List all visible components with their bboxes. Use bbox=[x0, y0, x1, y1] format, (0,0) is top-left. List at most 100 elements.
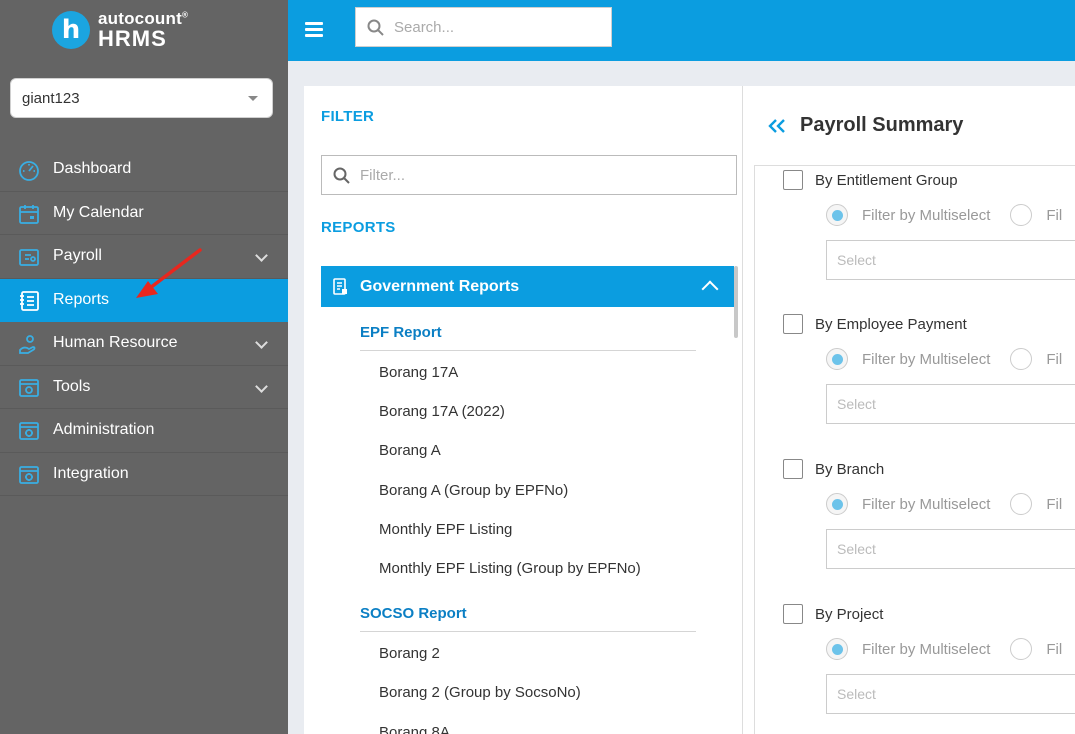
option-group-employee-payment: By Employee Payment Filter by Multiselec… bbox=[783, 314, 1075, 424]
group-title: Government Reports bbox=[360, 277, 520, 295]
sidebar-item-human-resource[interactable]: Human Resource bbox=[0, 322, 288, 366]
report-item[interactable]: Borang 2 (Group by SocsoNo) bbox=[360, 673, 696, 712]
payroll-summary-panel: Payroll Summary By Entitlement Group Fil… bbox=[743, 86, 1075, 734]
report-item[interactable]: Monthly EPF Listing bbox=[360, 510, 696, 549]
report-item[interactable]: Borang 17A bbox=[360, 353, 696, 392]
radio-alt[interactable] bbox=[1010, 204, 1033, 226]
search-input[interactable] bbox=[394, 18, 594, 36]
report-filter-input[interactable] bbox=[360, 166, 700, 184]
report-icon bbox=[20, 290, 39, 311]
radio-label: Fil bbox=[1046, 350, 1063, 368]
filter-section-label: FILTER bbox=[321, 108, 375, 125]
speedometer-icon bbox=[19, 161, 39, 181]
company-select-value: giant123 bbox=[22, 89, 80, 107]
option-label: By Entitlement Group bbox=[815, 171, 958, 189]
hamburger-menu-icon[interactable] bbox=[305, 22, 323, 37]
checkbox[interactable] bbox=[783, 459, 803, 479]
chevron-down-icon bbox=[255, 379, 268, 393]
sidebar-item-label: Tools bbox=[53, 377, 91, 395]
sidebar-item-my-calendar[interactable]: My Calendar bbox=[0, 192, 288, 235]
option-label: By Employee Payment bbox=[815, 315, 967, 333]
checkbox[interactable] bbox=[783, 170, 803, 190]
document-icon bbox=[333, 277, 347, 295]
sidebar-item-label: Payroll bbox=[53, 247, 102, 265]
sidebar-item-label: Reports bbox=[53, 290, 110, 308]
multiselect-field[interactable]: Select bbox=[826, 384, 1075, 424]
company-select[interactable]: giant123 bbox=[10, 78, 273, 118]
option-group-project: By Project Filter by Multiselect Fil Sel… bbox=[783, 604, 1075, 714]
report-filter-panel: FILTER REPORTS Government Reports EPF Re… bbox=[304, 86, 743, 734]
human-resource-icon bbox=[19, 335, 36, 354]
report-filter-field[interactable] bbox=[321, 155, 737, 195]
radio-alt[interactable] bbox=[1010, 348, 1033, 370]
report-item[interactable]: Borang 2 bbox=[360, 634, 696, 673]
search-icon bbox=[333, 167, 350, 184]
sidebar-nav: Dashboard My Calendar Payroll Reports Hu… bbox=[0, 148, 288, 496]
reports-section-label: REPORTS bbox=[321, 219, 396, 236]
radio-label: Filter by Multiselect bbox=[862, 206, 991, 224]
page-title: Payroll Summary bbox=[768, 114, 963, 137]
sidebar-item-integration[interactable]: Integration bbox=[0, 453, 288, 496]
sidebar-item-label: Integration bbox=[53, 464, 129, 482]
radio-label: Fil bbox=[1046, 640, 1063, 658]
radio-alt[interactable] bbox=[1010, 493, 1033, 515]
radio-multiselect[interactable] bbox=[826, 638, 848, 660]
radio-multiselect[interactable] bbox=[826, 493, 848, 515]
select-placeholder: Select bbox=[837, 686, 876, 702]
global-search[interactable] bbox=[355, 7, 612, 47]
radio-multiselect[interactable] bbox=[826, 348, 848, 370]
multiselect-field[interactable]: Select bbox=[826, 529, 1075, 569]
radio-label: Fil bbox=[1046, 495, 1063, 513]
report-item[interactable]: Borang 8A bbox=[360, 713, 696, 734]
brand-logo-mark: h bbox=[52, 11, 90, 49]
checkbox[interactable] bbox=[783, 314, 803, 334]
option-label: By Branch bbox=[815, 460, 885, 478]
sidebar-item-tools[interactable]: Tools bbox=[0, 366, 288, 409]
sidebar-item-label: Human Resource bbox=[53, 334, 178, 352]
sidebar-item-label: My Calendar bbox=[53, 203, 144, 221]
report-item[interactable]: Monthly EPF Listing (Group by EPFNo) bbox=[360, 549, 696, 588]
multiselect-field[interactable]: Select bbox=[826, 240, 1075, 280]
brand-logo-bottom: HRMS bbox=[98, 26, 167, 51]
radio-multiselect[interactable] bbox=[826, 204, 848, 226]
administration-icon bbox=[19, 422, 39, 440]
sidebar-item-dashboard[interactable]: Dashboard bbox=[0, 148, 288, 192]
socso-report-header: SOCSO Report bbox=[360, 596, 696, 633]
report-item[interactable]: Borang 17A (2022) bbox=[360, 392, 696, 431]
report-item[interactable]: Borang A (Group by EPFNo) bbox=[360, 471, 696, 510]
government-reports-group[interactable]: Government Reports bbox=[321, 266, 734, 307]
select-placeholder: Select bbox=[837, 252, 876, 268]
tools-icon bbox=[19, 378, 39, 397]
option-label: By Project bbox=[815, 605, 884, 623]
option-group-branch: By Branch Filter by Multiselect Fil Sele… bbox=[783, 459, 1075, 569]
chevron-up-icon[interactable] bbox=[701, 280, 719, 298]
chevron-down-icon bbox=[255, 249, 268, 262]
annotation-arrow-icon bbox=[136, 248, 202, 298]
brand-logo-mark-symbol: ® bbox=[181, 10, 189, 20]
integration-icon bbox=[19, 465, 39, 484]
checkbox[interactable] bbox=[783, 604, 803, 624]
chevron-down-icon bbox=[255, 336, 268, 349]
select-placeholder: Select bbox=[837, 396, 876, 412]
scrollbar-thumb[interactable] bbox=[734, 266, 738, 338]
caret-down-icon bbox=[248, 96, 258, 101]
sidebar-item-label: Administration bbox=[53, 421, 155, 439]
sidebar-item-administration[interactable]: Administration bbox=[0, 409, 288, 453]
report-list: EPF Report Borang 17A Borang 17A (2022) … bbox=[360, 315, 696, 734]
double-chevron-left-icon[interactable] bbox=[768, 118, 786, 134]
calendar-icon bbox=[19, 204, 39, 224]
payroll-icon bbox=[19, 249, 39, 266]
page-title-text: Payroll Summary bbox=[800, 114, 964, 136]
radio-alt[interactable] bbox=[1010, 638, 1033, 660]
brand-logo[interactable]: h autocount® HRMS bbox=[52, 10, 188, 50]
search-icon bbox=[367, 19, 384, 36]
epf-report-header: EPF Report bbox=[360, 315, 696, 351]
sidebar-item-label: Dashboard bbox=[53, 160, 132, 178]
option-group-entitlement: By Entitlement Group Filter by Multisele… bbox=[783, 170, 1075, 280]
select-placeholder: Select bbox=[837, 541, 876, 557]
sidebar: h autocount® HRMS giant123 Dashboard My … bbox=[0, 0, 288, 734]
multiselect-field[interactable]: Select bbox=[826, 674, 1075, 714]
radio-label: Filter by Multiselect bbox=[862, 495, 991, 513]
report-item[interactable]: Borang A bbox=[360, 431, 696, 470]
radio-label: Fil bbox=[1046, 206, 1063, 224]
